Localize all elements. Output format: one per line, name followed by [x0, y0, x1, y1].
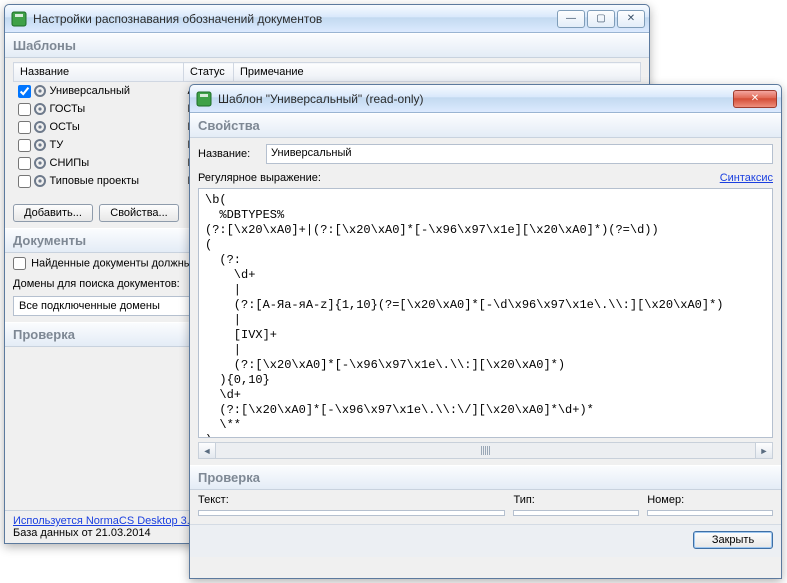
properties-button[interactable]: Свойства...: [99, 204, 179, 222]
normacs-link[interactable]: Используется NormaCS Desktop 3.: [13, 515, 190, 527]
scroll-left-icon[interactable]: ◄: [199, 443, 216, 458]
row-name: ОСТы: [50, 121, 80, 133]
row-name: ТУ: [50, 139, 64, 151]
scroll-right-icon[interactable]: ►: [755, 443, 772, 458]
row-name: СНИПы: [50, 157, 90, 169]
main-titlebar: Настройки распознавания обозначений доку…: [5, 5, 649, 33]
regex-label: Регулярное выражение:: [198, 172, 321, 184]
row-name: ГОСТы: [50, 103, 86, 115]
col-status[interactable]: Статус: [184, 63, 234, 82]
text-label: Текст:: [198, 494, 505, 506]
maximize-button[interactable]: ▢: [587, 10, 615, 28]
row-checkbox[interactable]: [18, 175, 31, 188]
found-docs-label: Найденные документы должны: [31, 257, 192, 269]
app-icon: [11, 11, 27, 27]
row-checkbox[interactable]: [18, 103, 31, 116]
name-field[interactable]: Универсальный: [266, 144, 773, 164]
template-dialog: Шаблон "Универсальный" (read-only) ✕ Сво…: [189, 84, 782, 579]
col-name[interactable]: Название: [14, 63, 184, 82]
dialog-close-button[interactable]: ✕: [733, 90, 777, 108]
number-label: Номер:: [647, 494, 773, 506]
main-title: Настройки распознавания обозначений доку…: [33, 12, 557, 26]
row-checkbox[interactable]: [18, 121, 31, 134]
gear-icon: [33, 138, 47, 152]
minimize-button[interactable]: ―: [557, 10, 585, 28]
text-field[interactable]: [198, 510, 505, 516]
gear-icon: [33, 120, 47, 134]
syntax-link[interactable]: Синтаксис: [720, 172, 773, 184]
gear-icon: [33, 102, 47, 116]
props-header: Свойства: [190, 113, 781, 138]
add-button[interactable]: Добавить...: [13, 204, 93, 222]
name-label: Название:: [198, 148, 258, 160]
gear-icon: [33, 174, 47, 188]
db-date: База данных от 21.03.2014: [13, 527, 151, 539]
dialog-verify-header: Проверка: [190, 465, 781, 490]
close-dialog-button[interactable]: Закрыть: [693, 531, 773, 549]
regex-textarea[interactable]: \b( %DBTYPES% (?:[\x20\xA0]+|(?:[\x20\xA…: [198, 188, 773, 438]
gear-icon: [33, 84, 47, 98]
type-label: Тип:: [513, 494, 639, 506]
row-checkbox[interactable]: [18, 85, 31, 98]
found-docs-checkbox[interactable]: [13, 257, 26, 270]
type-field[interactable]: [513, 510, 639, 516]
row-name: Универсальный: [50, 85, 131, 97]
row-checkbox[interactable]: [18, 157, 31, 170]
gear-icon: [33, 156, 47, 170]
dialog-titlebar: Шаблон "Универсальный" (read-only) ✕: [190, 85, 781, 113]
close-button[interactable]: ✕: [617, 10, 645, 28]
number-field[interactable]: [647, 510, 773, 516]
dialog-title: Шаблон "Универсальный" (read-only): [218, 92, 733, 106]
row-checkbox[interactable]: [18, 139, 31, 152]
templates-header: Шаблоны: [5, 33, 649, 58]
row-name: Типовые проекты: [50, 175, 140, 187]
col-note[interactable]: Примечание: [234, 63, 641, 82]
regex-hscroll[interactable]: ◄ ►: [198, 442, 773, 459]
dialog-icon: [196, 91, 212, 107]
